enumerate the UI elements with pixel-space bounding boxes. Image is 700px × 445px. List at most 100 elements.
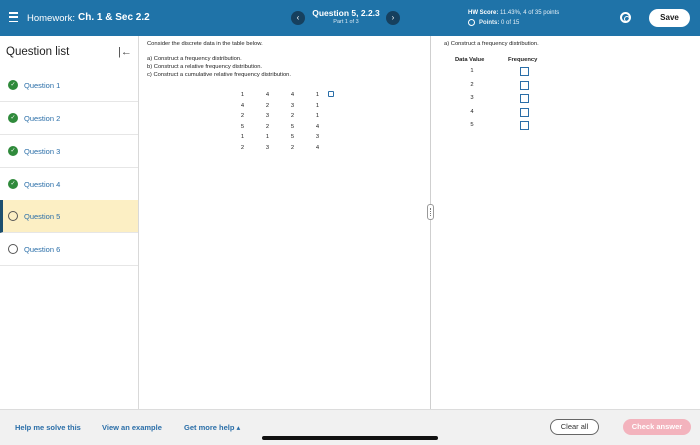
check-circle-icon: ✓ [8, 146, 18, 156]
question-list-header: Question list |← [0, 36, 139, 69]
points-circle-icon [468, 19, 475, 26]
chevron-left-icon: ‹ [296, 13, 300, 22]
table-cell: 1 [265, 134, 270, 141]
copy-data-icon[interactable] [328, 91, 334, 97]
question-list-title: Question list [6, 46, 70, 58]
table-cell: 4 [315, 144, 320, 151]
table-cell: 3 [265, 144, 270, 151]
table-row: 5 2 5 4 [230, 122, 330, 133]
question-title: Question 5, 2.2.3 [312, 8, 380, 18]
table-cell: 4 [265, 92, 270, 99]
homework-prefix: Homework: [27, 13, 76, 24]
hw-score-label: HW Score: [468, 10, 499, 16]
view-example-link[interactable]: View an example [102, 423, 162, 432]
table-cell: 4 [315, 123, 320, 130]
question-part-a: a) Construct a frequency distribution. [147, 56, 242, 62]
question-list-sidebar: Question list |← ✓ Question 1 ✓ Question… [0, 36, 139, 409]
points-value: 0 of 15 [501, 19, 520, 26]
frequency-row: 2 [440, 80, 550, 92]
collapse-sidebar-icon[interactable]: |← [118, 46, 132, 58]
question-item-label: Question 1 [24, 80, 61, 90]
frequency-row: 1 [440, 66, 550, 78]
table-row: 4 2 3 1 [230, 101, 330, 112]
sidebar-item-question-3[interactable]: ✓ Question 3 [0, 135, 138, 168]
table-cell: 5 [290, 134, 295, 141]
previous-question-button[interactable]: ‹ [291, 11, 305, 25]
sidebar-item-question-1[interactable]: ✓ Question 1 [0, 69, 138, 102]
table-cell: 3 [265, 113, 270, 120]
table-cell: 1 [315, 92, 320, 99]
data-value: 2 [470, 82, 474, 88]
frequency-input-4[interactable] [520, 108, 529, 117]
open-circle-icon [8, 244, 18, 254]
table-cell: 5 [240, 123, 245, 130]
gear-icon[interactable] [620, 12, 631, 23]
panel-divider [430, 36, 431, 409]
hw-score-value: 11.43%, 4 of 35 points [500, 10, 560, 16]
frequency-row: 5 [440, 120, 550, 132]
table-cell: 2 [240, 113, 245, 120]
check-circle-icon: ✓ [8, 80, 18, 90]
table-cell: 3 [290, 102, 295, 109]
table-cell: 2 [265, 102, 270, 109]
question-part-c: c) Construct a cumulative relative frequ… [147, 71, 292, 78]
table-cell: 3 [315, 134, 320, 141]
sidebar-item-question-6[interactable]: Question 6 [0, 233, 138, 266]
frequency-input-2[interactable] [520, 81, 529, 90]
data-value: 4 [470, 109, 474, 115]
clear-all-button[interactable]: Clear all [550, 419, 599, 435]
question-part-b: b) Construct a relative frequency distri… [147, 63, 263, 70]
question-item-label: Question 4 [24, 179, 61, 189]
next-question-button[interactable]: › [386, 11, 400, 25]
data-value: 5 [470, 122, 474, 128]
sidebar-item-question-4[interactable]: ✓ Question 4 [0, 168, 138, 201]
table-cell: 4 [240, 102, 245, 109]
frequency-input-3[interactable] [520, 94, 529, 103]
table-cell: 1 [240, 134, 245, 141]
hw-score: HW Score: 11.43%, 4 of 35 points [468, 10, 559, 16]
homework-title: Ch. 1 & Sec 2.2 [78, 12, 150, 23]
get-more-help-link[interactable]: Get more help ▴ [184, 423, 240, 432]
data-value-header: Data Value [455, 57, 485, 63]
points-label: Points: [479, 19, 500, 26]
table-cell: 1 [315, 102, 320, 109]
question-prompt: Consider the discrete data in the table … [147, 41, 263, 47]
open-circle-icon [8, 211, 18, 221]
sidebar-item-question-5[interactable]: Question 5 [0, 200, 138, 233]
question-item-label: Question 5 [24, 211, 61, 221]
frequency-row: 3 [440, 93, 550, 105]
check-circle-icon: ✓ [8, 113, 18, 123]
help-me-solve-link[interactable]: Help me solve this [15, 423, 81, 432]
data-value: 3 [470, 95, 474, 101]
sidebar-item-question-2[interactable]: ✓ Question 2 [0, 102, 138, 135]
resize-handle[interactable] [427, 204, 434, 220]
top-header: Homework: Ch. 1 & Sec 2.2 ‹ Question 5, … [0, 0, 700, 36]
menu-icon[interactable] [9, 12, 18, 22]
frequency-row: 4 [440, 107, 550, 119]
save-button[interactable]: Save [649, 9, 690, 27]
question-item-label: Question 3 [24, 146, 61, 156]
frequency-input-1[interactable] [520, 67, 529, 76]
table-row: 1 4 4 1 [230, 90, 330, 101]
home-indicator-bar [262, 436, 438, 440]
frequency-header: Frequency [508, 57, 538, 63]
frequency-input-5[interactable] [520, 121, 529, 130]
table-cell: 2 [265, 123, 270, 130]
table-cell: 2 [240, 144, 245, 151]
table-cell: 1 [240, 92, 245, 99]
table-cell: 2 [290, 144, 295, 151]
chevron-right-icon: › [391, 13, 395, 22]
question-item-label: Question 2 [24, 113, 61, 123]
table-row: 2 3 2 1 [230, 111, 330, 122]
discrete-data-table: 1 4 4 1 4 2 3 1 2 3 2 1 5 2 5 4 1 1 5 3 … [230, 90, 330, 153]
answer-title: a) Construct a frequency distribution. [444, 41, 539, 47]
check-answer-button[interactable]: Check answer [623, 419, 691, 435]
table-row: 2 3 2 4 [230, 143, 330, 154]
question-part: Part 1 of 3 [333, 19, 359, 25]
question-item-label: Question 6 [24, 244, 61, 254]
points-status: Points: 0 of 15 [468, 19, 519, 26]
data-value: 1 [470, 68, 474, 74]
table-cell: 5 [290, 123, 295, 130]
table-cell: 4 [290, 92, 295, 99]
check-circle-icon: ✓ [8, 179, 18, 189]
